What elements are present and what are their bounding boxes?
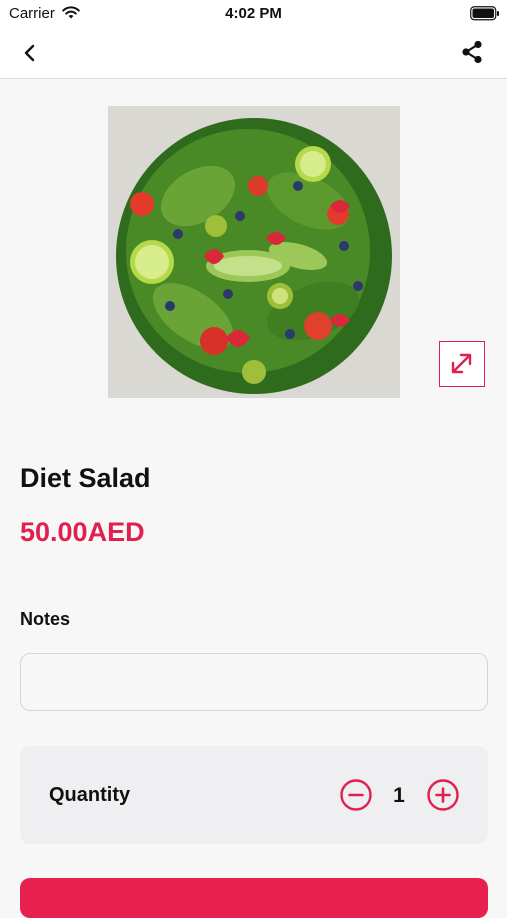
add-to-cart-button[interactable]	[20, 878, 488, 918]
minus-circle-icon	[340, 779, 372, 811]
navigation-bar	[0, 28, 507, 79]
notes-input[interactable]	[20, 653, 488, 711]
share-button[interactable]	[459, 39, 485, 65]
chevron-left-icon	[24, 44, 35, 62]
salad-photo	[108, 106, 400, 398]
decrease-quantity-button[interactable]	[340, 779, 372, 811]
quantity-label: Quantity	[49, 784, 131, 806]
quantity-card: Quantity 1	[20, 746, 488, 844]
quantity-value: 1	[393, 784, 405, 807]
product-price: 50.00AED	[20, 517, 145, 547]
increase-quantity-button[interactable]	[427, 779, 459, 811]
back-button[interactable]	[18, 41, 42, 65]
notes-label: Notes	[20, 609, 71, 629]
battery-icon	[470, 6, 500, 26]
status-bar: Carrier 4:02 PM	[0, 0, 507, 28]
share-icon	[462, 40, 482, 64]
status-time: 4:02 PM	[225, 5, 282, 22]
expand-arrows-icon	[451, 353, 472, 374]
expand-image-button[interactable]	[439, 341, 485, 387]
plus-circle-icon	[427, 779, 459, 811]
product-name: Diet Salad	[20, 463, 151, 493]
product-image[interactable]	[108, 106, 400, 398]
